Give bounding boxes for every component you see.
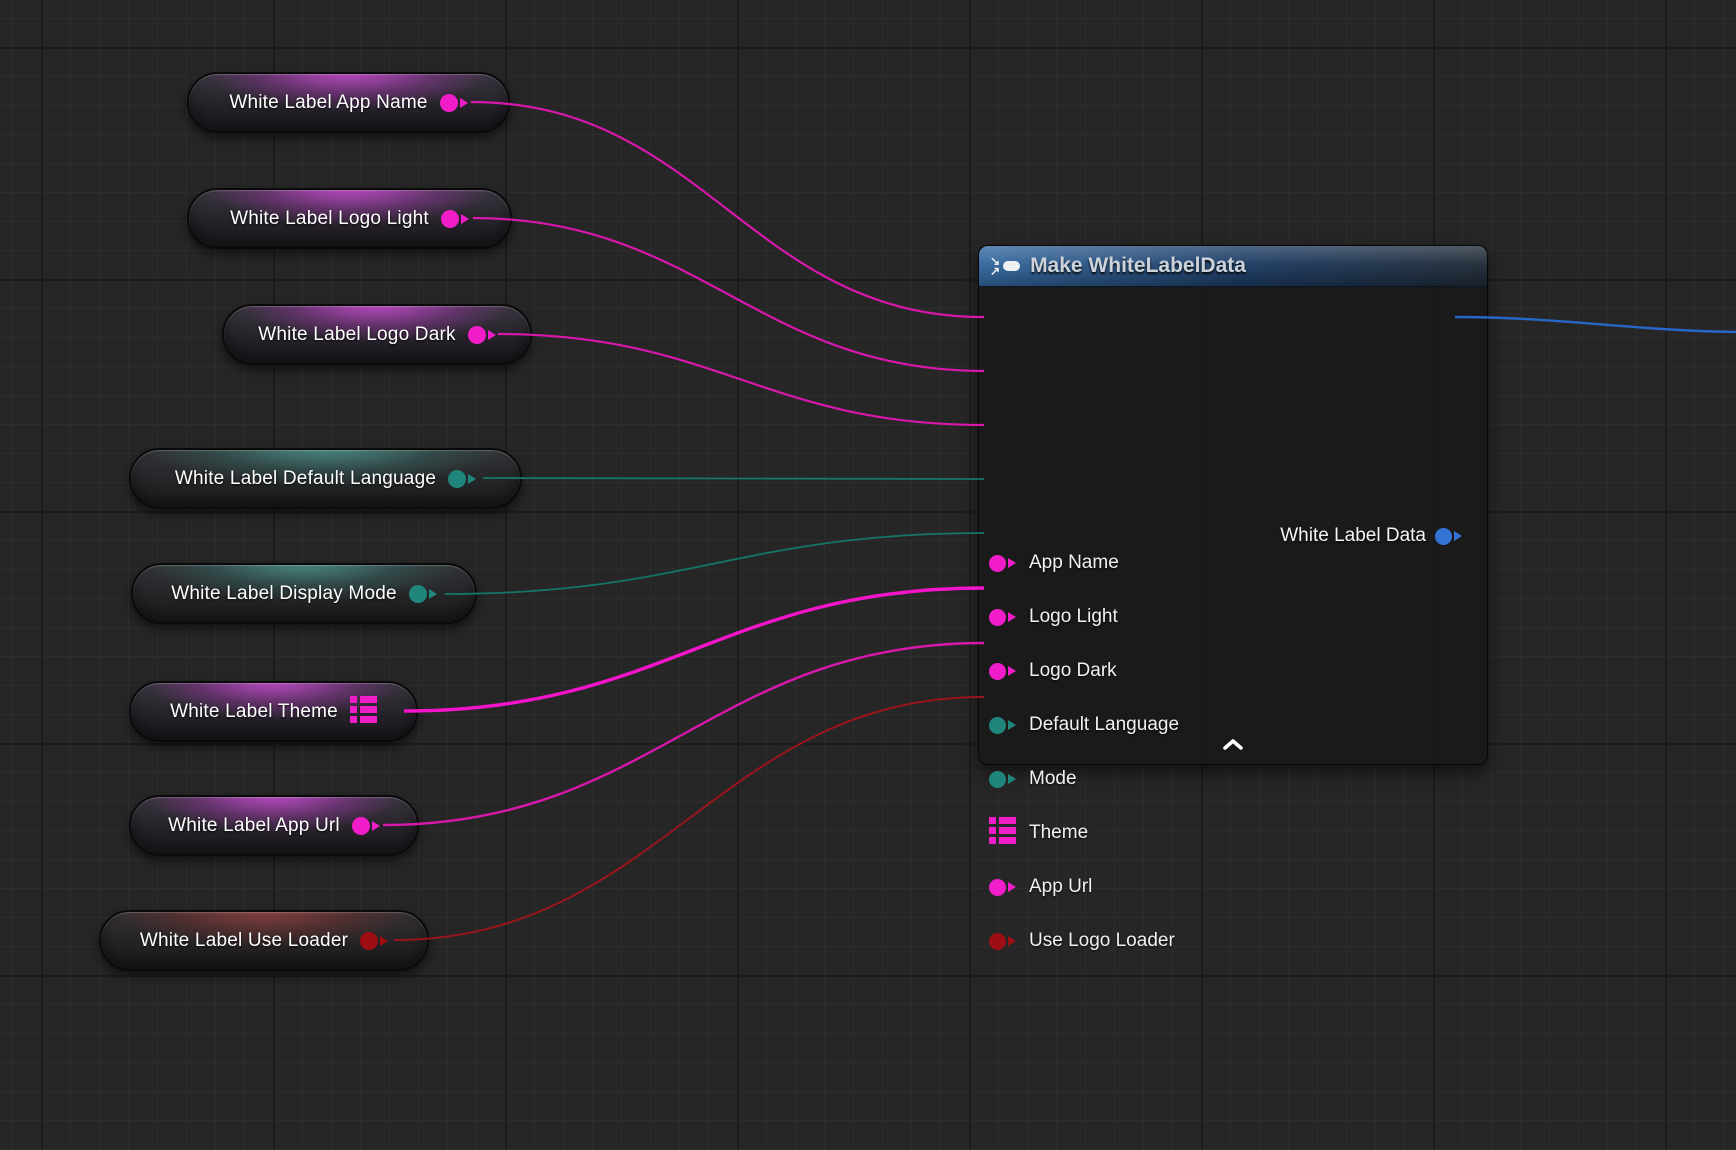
- pin-label: App Url: [1029, 876, 1092, 898]
- input-pin-row-mode[interactable]: Mode: [979, 752, 1487, 806]
- theme-struct-pin-icon[interactable]: [989, 817, 1016, 849]
- make-struct-icon: ↘↗: [990, 256, 1020, 276]
- pin-label: Theme: [1029, 822, 1088, 844]
- enum-pin-icon[interactable]: [989, 717, 1016, 734]
- variable-node-label: White Label Use Loader: [140, 930, 348, 952]
- pin-label: App Name: [1029, 552, 1119, 574]
- variable-node-display-mode[interactable]: White Label Display Mode: [131, 563, 477, 624]
- variable-node-use-loader[interactable]: White Label Use Loader: [99, 910, 429, 971]
- variable-node-default-language[interactable]: White Label Default Language: [129, 448, 522, 509]
- make-whitelabeldata-node[interactable]: ↘↗ Make WhiteLabelData App Name Logo Lig…: [978, 245, 1488, 765]
- variable-node-app-url[interactable]: White Label App Url: [129, 795, 419, 856]
- collapse-chevron-icon[interactable]: [1222, 737, 1244, 755]
- variable-node-theme[interactable]: White Label Theme: [129, 681, 418, 742]
- enum-pin-icon[interactable]: [989, 771, 1016, 788]
- input-pin-row-use-logo-loader[interactable]: Use Logo Loader: [979, 914, 1487, 968]
- variable-node-label: White Label Theme: [170, 701, 338, 723]
- variable-node-app-name[interactable]: White Label App Name: [187, 72, 510, 133]
- pin-label: Mode: [1029, 768, 1077, 790]
- bool-pin-icon[interactable]: [989, 933, 1016, 950]
- string-pin-icon[interactable]: [352, 817, 380, 835]
- variable-node-logo-dark[interactable]: White Label Logo Dark: [222, 304, 532, 365]
- make-node-title: Make WhiteLabelData: [1030, 254, 1246, 278]
- make-node-header[interactable]: ↘↗ Make WhiteLabelData: [979, 246, 1487, 287]
- pin-label: Default Language: [1029, 714, 1179, 736]
- pin-label: Use Logo Loader: [1029, 930, 1175, 952]
- variable-node-label: White Label App Url: [168, 815, 340, 837]
- variable-node-label: White Label Logo Dark: [258, 324, 455, 346]
- struct-pin-icon[interactable]: [1435, 528, 1462, 545]
- string-pin-icon[interactable]: [440, 94, 468, 112]
- input-pin-row-app-url[interactable]: App Url: [979, 860, 1487, 914]
- bool-pin-icon[interactable]: [360, 932, 388, 950]
- variable-node-label: White Label App Name: [229, 92, 427, 114]
- string-pin-icon[interactable]: [989, 609, 1016, 626]
- string-pin-icon[interactable]: [989, 663, 1016, 680]
- output-pin-row-white-label-data[interactable]: White Label Data: [1280, 518, 1462, 554]
- string-pin-icon[interactable]: [441, 210, 469, 228]
- input-pin-row-theme[interactable]: Theme: [979, 806, 1487, 860]
- theme-struct-pin-icon[interactable]: [350, 696, 377, 728]
- variable-node-logo-light[interactable]: White Label Logo Light: [187, 188, 512, 249]
- input-pin-row-logo-light[interactable]: Logo Light: [979, 590, 1487, 644]
- variable-node-label: White Label Default Language: [175, 468, 436, 490]
- variable-node-label: White Label Logo Light: [230, 208, 429, 230]
- string-pin-icon[interactable]: [468, 326, 496, 344]
- string-pin-icon[interactable]: [989, 879, 1016, 896]
- variable-node-label: White Label Display Mode: [171, 583, 397, 605]
- string-pin-icon[interactable]: [989, 555, 1016, 572]
- graph-canvas[interactable]: White Label App Name White Label Logo Li…: [0, 0, 1736, 1150]
- enum-pin-icon[interactable]: [448, 470, 476, 488]
- enum-pin-icon[interactable]: [409, 585, 437, 603]
- pin-label: White Label Data: [1280, 525, 1426, 547]
- pin-label: Logo Light: [1029, 606, 1118, 628]
- input-pin-row-logo-dark[interactable]: Logo Dark: [979, 644, 1487, 698]
- pin-label: Logo Dark: [1029, 660, 1117, 682]
